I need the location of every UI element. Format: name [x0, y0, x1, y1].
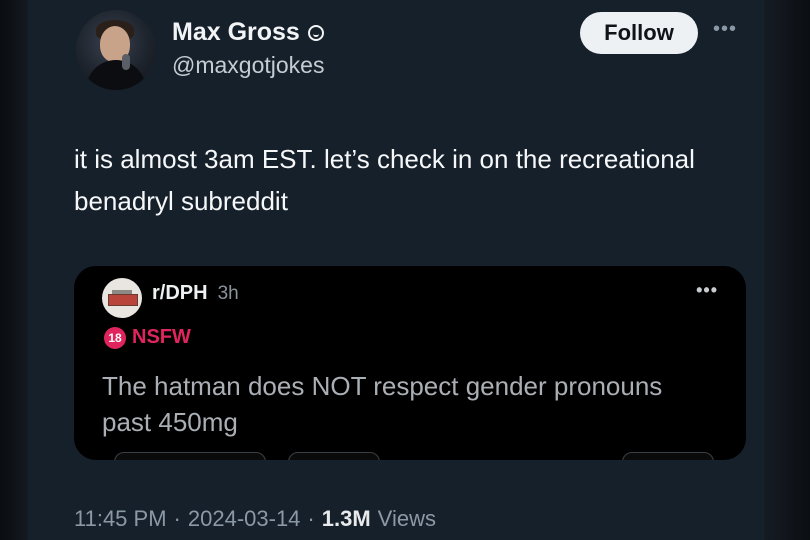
smiley-badge-icon [307, 24, 324, 41]
nsfw-tag: 18 NSFW [104, 326, 191, 349]
subreddit-name[interactable]: r/DPH [152, 282, 208, 305]
post-title: The hatman does NOT respect gender prono… [102, 371, 663, 437]
action-pill-comments[interactable] [288, 452, 380, 460]
views-label: Views [377, 506, 436, 531]
post-age: 3h [217, 283, 239, 304]
ellipsis-icon[interactable]: ••• [713, 18, 737, 41]
subreddit-icon [102, 278, 142, 318]
action-pill-share[interactable] [622, 452, 714, 460]
right-margin [764, 0, 810, 540]
tweet-meta: 11:45 PM · 2024-03-14 · 1.3M Views [74, 506, 436, 532]
views-count: 1.3M [321, 506, 371, 531]
meta-separator: · [307, 506, 315, 531]
author-name-row[interactable]: Max Gross [172, 18, 324, 47]
age-18-badge-icon: 18 [104, 326, 126, 349]
author-display-name[interactable]: Max Gross [172, 18, 300, 47]
subreddit-row: r/DPH 3h [152, 282, 239, 305]
action-pill-upvote[interactable] [114, 452, 266, 460]
subreddit-icon-box [108, 294, 138, 306]
quoted-post-card[interactable]: r/DPH 3h ••• 18 NSFW The hatman does NOT… [74, 266, 746, 460]
avatar-body [86, 60, 146, 90]
tweet-text: it is almost 3am EST. let’s check in on … [74, 144, 695, 216]
author-handle[interactable]: @maxgotjokes [172, 52, 324, 79]
screenshot-frame: Max Gross @maxgotjokes Follow ••• it is … [0, 0, 810, 540]
nsfw-label: NSFW [132, 326, 191, 348]
ellipsis-icon[interactable]: ••• [696, 280, 718, 301]
meta-separator: · [173, 506, 181, 531]
tweet-time[interactable]: 11:45 PM [74, 506, 167, 532]
follow-button[interactable]: Follow [580, 12, 698, 54]
left-margin [0, 0, 28, 540]
avatar[interactable] [76, 10, 156, 90]
tweet-card: Max Gross @maxgotjokes Follow ••• it is … [28, 0, 764, 540]
microphone-icon [122, 54, 130, 70]
tweet-date[interactable]: 2024-03-14 [188, 506, 301, 532]
